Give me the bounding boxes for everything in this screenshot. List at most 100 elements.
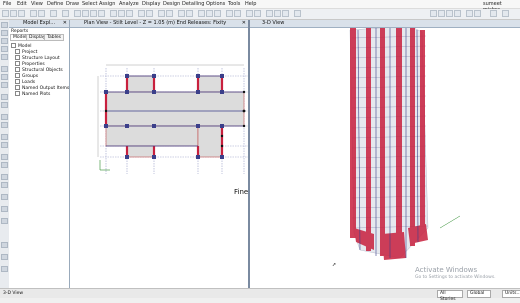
snap-ends-icon[interactable] (1, 254, 8, 260)
run-analysis-icon[interactable] (62, 10, 69, 17)
expand-icon[interactable] (15, 91, 20, 96)
select-all-icon[interactable] (178, 10, 185, 17)
property-icon[interactable] (1, 218, 8, 224)
menu-detailing[interactable]: Detailing (182, 1, 204, 7)
snap-icon[interactable] (246, 10, 253, 17)
collapse-icon[interactable] (11, 43, 16, 48)
draw-opening-icon[interactable] (1, 82, 8, 88)
frame-icon[interactable] (274, 10, 281, 17)
rotate-icon[interactable] (138, 10, 145, 17)
draw-link-icon[interactable] (1, 94, 8, 100)
select-icon[interactable] (1, 174, 8, 180)
cursor-icon: ➚ (332, 262, 336, 268)
expand-icon[interactable] (15, 73, 20, 78)
assign-icon[interactable] (1, 206, 8, 212)
menu-file[interactable]: File (3, 1, 11, 7)
draw-beam-icon[interactable] (1, 38, 8, 44)
menu-assign[interactable]: Assign (99, 1, 115, 7)
draw-section-cut-icon[interactable] (1, 134, 8, 140)
tree-item-named-plots[interactable]: Named Plots (15, 91, 50, 97)
draw-tendon-icon[interactable] (1, 102, 8, 108)
intersect-line-icon[interactable] (1, 182, 8, 188)
open-icon[interactable] (10, 10, 17, 17)
pan-icon[interactable] (98, 10, 105, 17)
draw-reference-point-icon[interactable] (1, 154, 8, 160)
expand-icon[interactable] (15, 67, 20, 72)
perspective-icon[interactable] (146, 10, 153, 17)
deselect-icon[interactable] (186, 10, 193, 17)
menu-options[interactable]: Options (206, 1, 225, 7)
expand-icon[interactable] (15, 49, 20, 54)
menu-tools[interactable]: Tools (228, 1, 240, 7)
tower-body[interactable] (349, 28, 429, 259)
draw-column-icon[interactable] (1, 46, 8, 52)
plan-view-canvas[interactable] (70, 28, 248, 288)
deformed-shape-icon[interactable] (206, 10, 213, 17)
view-plan-icon[interactable] (118, 10, 125, 17)
menu-define[interactable]: Define (47, 1, 63, 7)
menu-display[interactable]: Display (142, 1, 160, 7)
fill-icon[interactable] (446, 10, 453, 17)
wall-icon[interactable] (282, 10, 289, 17)
view-3d-icon[interactable] (110, 10, 117, 17)
move-down-icon[interactable] (166, 10, 173, 17)
object-shrink-icon[interactable] (430, 10, 437, 17)
draw-design-strip-icon[interactable] (1, 142, 8, 148)
menu-help[interactable]: Help (245, 1, 256, 7)
menu-analyze[interactable]: Analyze (119, 1, 139, 7)
new-model-icon[interactable] (2, 10, 9, 17)
draw-reference-line-icon[interactable] (1, 162, 8, 168)
window-close-icon[interactable] (502, 10, 509, 17)
tab-tables[interactable]: Tables (44, 34, 64, 41)
3d-view-canvas[interactable]: ➚ (250, 28, 520, 288)
menu-design[interactable]: Design (163, 1, 180, 7)
all-select-icon[interactable] (1, 194, 8, 200)
design-icon[interactable] (226, 10, 233, 17)
menu-edit[interactable]: Edit (17, 1, 27, 7)
plan-view-title-bar: Plan View - Stilt Level - Z = 1.05 (m) E… (70, 20, 248, 28)
redo-icon[interactable] (38, 10, 45, 17)
move-up-icon[interactable] (158, 10, 165, 17)
force-diagram-icon[interactable] (214, 10, 221, 17)
detailing-icon[interactable] (234, 10, 241, 17)
plan-view-panel[interactable]: Plan View - Stilt Level - Z = 1.05 (m) E… (70, 20, 250, 288)
section-cut-icon[interactable] (294, 10, 301, 17)
lock-icon[interactable] (50, 10, 57, 17)
view-elevation-icon[interactable] (126, 10, 133, 17)
refresh-icon[interactable] (474, 10, 481, 17)
undo-icon[interactable] (30, 10, 37, 17)
close-icon[interactable]: ✕ (242, 20, 246, 27)
label-icon[interactable] (454, 10, 461, 17)
status-view-label: 3-D View (3, 291, 24, 296)
snap-points-icon[interactable] (1, 242, 8, 248)
3d-view-title: 3-D View (262, 20, 285, 26)
menu-view[interactable]: View (31, 1, 43, 7)
draw-joint-icon[interactable] (1, 30, 8, 36)
draw-grid-icon[interactable] (1, 122, 8, 128)
draw-wall-icon[interactable] (1, 74, 8, 80)
menu-select[interactable]: Select (82, 1, 97, 7)
zoom-in-icon[interactable] (74, 10, 81, 17)
zoom-out-icon[interactable] (82, 10, 89, 17)
display-options-icon[interactable] (198, 10, 205, 17)
expand-icon[interactable] (15, 61, 20, 66)
menu-bar: File Edit View Define Draw Select Assign… (0, 0, 520, 13)
pointer-icon[interactable] (1, 22, 8, 28)
grid-icon[interactable] (254, 10, 261, 17)
extrude-icon[interactable] (438, 10, 445, 17)
restore-view-icon[interactable] (466, 10, 473, 17)
draw-floor-icon[interactable] (1, 66, 8, 72)
help-icon[interactable] (490, 10, 497, 17)
snap-intersections-icon[interactable] (1, 266, 8, 272)
menu-draw[interactable]: Draw (66, 1, 79, 7)
zoom-window-icon[interactable] (90, 10, 97, 17)
expand-icon[interactable] (15, 55, 20, 60)
draw-brace-icon[interactable] (1, 54, 8, 60)
expand-icon[interactable] (15, 79, 20, 84)
3d-view-panel[interactable]: 3-D View ➚ Activate Windows Go to Settin… (250, 20, 520, 288)
save-icon[interactable] (18, 10, 25, 17)
shell-icon[interactable] (266, 10, 273, 17)
close-icon[interactable]: ✕ (63, 20, 67, 27)
expand-icon[interactable] (15, 85, 20, 90)
draw-dimension-icon[interactable] (1, 114, 8, 120)
